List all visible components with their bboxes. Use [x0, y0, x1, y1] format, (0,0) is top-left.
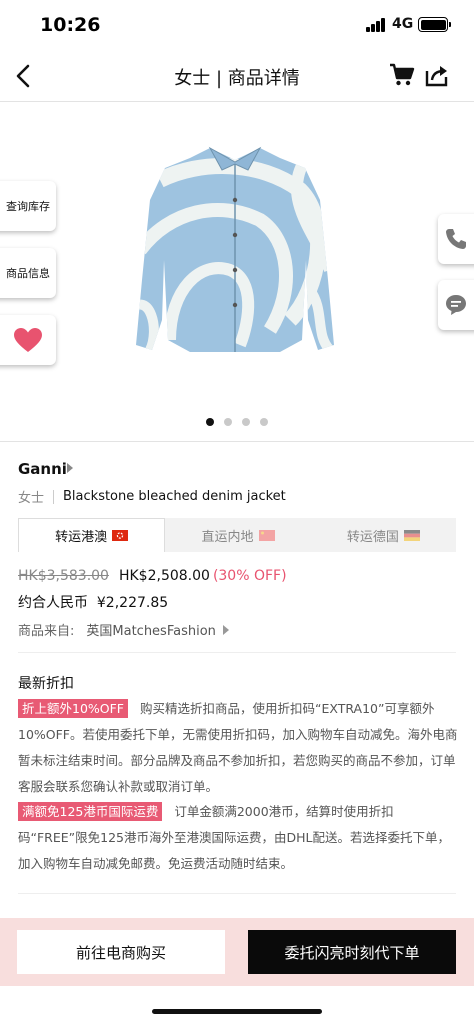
hk-flag-icon [112, 530, 129, 541]
bottom-action-bar: 前往电商购买 委托闪亮时刻代下单 [0, 918, 474, 986]
favorite-button[interactable] [0, 315, 56, 365]
status-time: 10:26 [40, 14, 101, 36]
source-label: 商品来自: [18, 624, 75, 639]
product-name: Blackstone bleached denim jacket [63, 489, 286, 504]
product-source[interactable]: 商品来自: 英国MatchesFashion [18, 620, 229, 639]
nav-bar: 女士 | 商品详情 [0, 50, 474, 102]
carousel-dot[interactable] [224, 418, 232, 426]
carousel-dot[interactable] [260, 418, 268, 426]
divider [18, 893, 456, 894]
share-icon[interactable] [424, 62, 450, 88]
tab-label: 转运港澳 [55, 530, 108, 545]
battery-icon [418, 17, 451, 32]
product-meta: 女士 Blackstone bleached denim jacket [18, 487, 286, 506]
phone-icon [446, 229, 466, 249]
delegate-order-button[interactable]: 委托闪亮时刻代下单 [248, 930, 456, 974]
tab-label: 转运德国 [346, 529, 399, 545]
carousel-dots [0, 418, 474, 426]
phone-button[interactable] [438, 214, 474, 264]
chat-icon [446, 295, 466, 315]
network-type: 4G [392, 16, 414, 32]
rmb-price: 约合人民币 ¥2,227.85 [18, 595, 169, 611]
status-bar: 10:26 4G [0, 0, 474, 50]
price-row: HK$3,583.00 HK$2,508.00 (30% OFF) [18, 568, 287, 584]
promotion-item: 满额免125港币国际运费 订单金额满2000港币，结算时使用折扣码“FREE”限免… [18, 799, 458, 877]
discount-badge: (30% OFF) [212, 568, 287, 584]
check-stock-tab[interactable]: 查询库存 [0, 181, 56, 231]
de-flag-icon [403, 529, 420, 541]
current-price: HK$2,508.00 [118, 568, 210, 584]
divider [18, 652, 456, 653]
tab-ship-hk[interactable]: 转运港澳 [18, 518, 166, 552]
divider [53, 489, 55, 504]
shipping-tabs: 转运港澳 直运内地 转运德国 [18, 518, 456, 552]
tab-ship-germany[interactable]: 转运德国 [311, 518, 456, 552]
promotion-tag: 满额免125港币国际运费 [18, 802, 163, 821]
buy-online-button[interactable]: 前往电商购买 [17, 930, 225, 974]
gender-label: 女士 [18, 491, 45, 506]
cart-icon[interactable] [389, 62, 415, 88]
signal-icon [366, 18, 386, 32]
home-indicator[interactable] [152, 1009, 322, 1014]
product-gallery[interactable] [0, 102, 474, 442]
cn-flag-icon [258, 529, 275, 541]
promotion-tag: 折上额外10%OFF [18, 699, 129, 718]
promotion-item: 折上额外10%OFF 购买精选折扣商品，使用折扣码“EXTRA10”可享额外10%… [18, 696, 458, 800]
brand-name[interactable]: Ganni [18, 460, 67, 478]
original-price: HK$3,583.00 [18, 568, 109, 584]
product-info-tab[interactable]: 商品信息 [0, 248, 56, 298]
chat-button[interactable] [438, 280, 474, 330]
chevron-right-icon [67, 463, 73, 473]
chevron-right-icon [222, 624, 229, 635]
tab-ship-mainland[interactable]: 直运内地 [165, 518, 310, 552]
tab-label: 直运内地 [201, 529, 254, 545]
heart-icon [14, 328, 42, 352]
carousel-dot[interactable] [206, 418, 214, 426]
promotions-title: 最新折扣 [18, 676, 74, 692]
carousel-dot[interactable] [242, 418, 250, 426]
product-image [136, 146, 334, 352]
source-value: 英国MatchesFashion [86, 624, 216, 639]
